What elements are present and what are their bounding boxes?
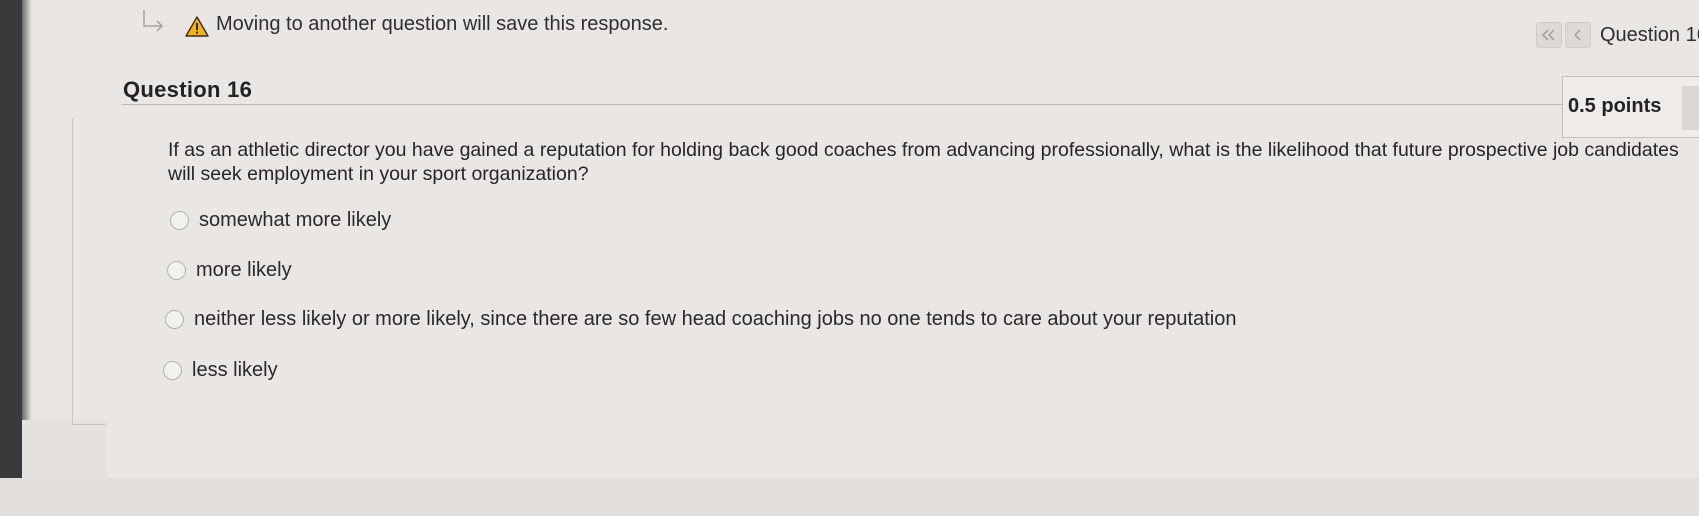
chevron-left-icon: [1574, 29, 1581, 41]
question-frame-bottom: [72, 424, 106, 425]
answer-radio[interactable]: [163, 361, 182, 380]
screen-edge: [0, 0, 22, 516]
answer-radio[interactable]: [167, 261, 186, 280]
answer-radio[interactable]: [170, 211, 189, 230]
answer-option[interactable]: more likely: [167, 259, 292, 282]
header-divider: [122, 104, 1562, 105]
bottom-strip: [0, 478, 1699, 516]
return-arrow-icon: [143, 10, 164, 32]
answer-option[interactable]: less likely: [163, 359, 278, 382]
points-box-tab: [1682, 86, 1699, 130]
answer-option[interactable]: somewhat more likely: [170, 209, 391, 232]
answer-label: somewhat more likely: [199, 209, 392, 231]
question-text: If as an athletic director you have gain…: [168, 139, 1679, 185]
question-navigation: Question 16: [1536, 22, 1699, 48]
question-nav-label[interactable]: Question 16: [1600, 24, 1699, 47]
lower-panel: [22, 420, 106, 480]
answer-radio[interactable]: [165, 310, 184, 329]
question-title: Question 16: [123, 77, 253, 102]
answer-label: more likely: [196, 259, 292, 281]
answer-label: neither less likely or more likely, sinc…: [194, 308, 1237, 330]
warning-message: Moving to another question will save thi…: [216, 13, 669, 35]
points-value: 0.5 points: [1568, 95, 1662, 117]
warning-icon: [185, 16, 209, 37]
answer-option[interactable]: neither less likely or more likely, sinc…: [165, 308, 1236, 331]
question-frame-left: [72, 118, 73, 425]
first-question-button[interactable]: [1536, 22, 1562, 48]
previous-question-button[interactable]: [1565, 22, 1591, 48]
double-chevron-left-icon: [1542, 29, 1555, 41]
answer-label: less likely: [192, 359, 278, 381]
